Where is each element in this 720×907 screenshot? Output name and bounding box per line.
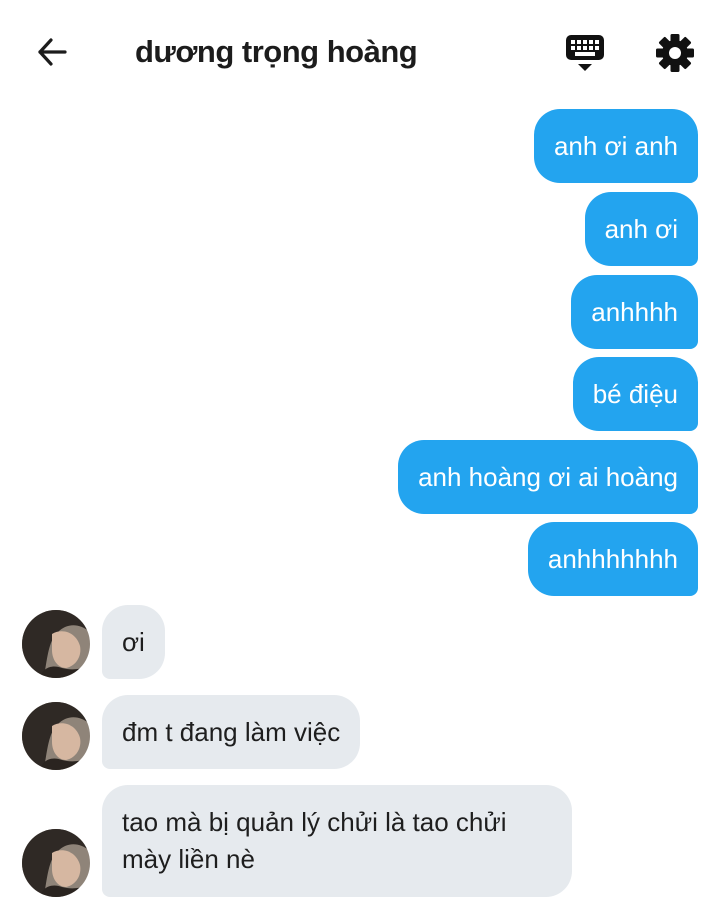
avatar-photo [22, 610, 90, 678]
incoming-message[interactable]: tao mà bị quản lý chửi là tao chửi mày l… [102, 785, 572, 897]
outgoing-message[interactable]: anh ơi anh [533, 109, 698, 183]
back-arrow-icon [38, 38, 67, 66]
back-button[interactable] [30, 30, 74, 74]
avatar-photo [22, 829, 90, 897]
outgoing-message[interactable]: anh ơi [584, 192, 698, 266]
outgoing-message[interactable]: anh hoàng ơi ai hoàng [398, 440, 698, 514]
outgoing-message[interactable]: anhhhh [571, 275, 698, 349]
keyboard-icon [566, 35, 604, 71]
incoming-message[interactable]: ơi [102, 605, 165, 679]
keyboard-button[interactable] [562, 30, 608, 76]
avatar[interactable] [22, 610, 90, 678]
settings-button[interactable] [652, 30, 698, 76]
chat-header: dương trọng hoàng [0, 0, 720, 100]
gear-icon [656, 34, 694, 72]
avatar[interactable] [22, 829, 90, 897]
outgoing-message[interactable]: anhhhhhhh [527, 522, 698, 596]
incoming-message[interactable]: đm t đang làm việc [102, 695, 361, 769]
contact-name: dương trọng hoàng [135, 34, 418, 69]
avatar[interactable] [22, 702, 90, 770]
avatar-photo [22, 702, 90, 770]
outgoing-message[interactable]: bé điệu [572, 357, 698, 431]
